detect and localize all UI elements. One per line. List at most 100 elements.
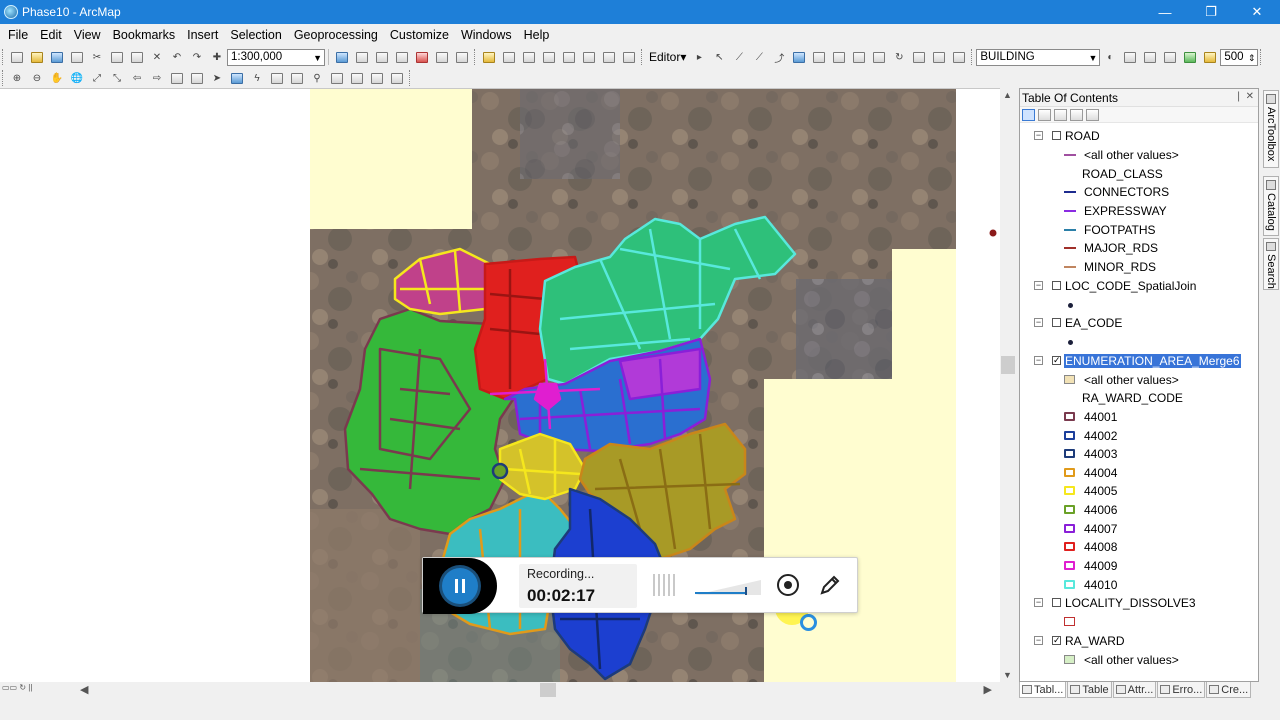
- forward-extent-icon[interactable]: ⇨: [148, 70, 166, 86]
- layer-icon[interactable]: [480, 49, 498, 65]
- layer-effects-icon[interactable]: ◐: [1101, 49, 1119, 65]
- html-popup-icon[interactable]: [268, 70, 286, 86]
- hyperlink-icon[interactable]: ϟ: [248, 70, 266, 86]
- edit-tool-icon[interactable]: ▸: [690, 49, 708, 65]
- toolbar-grip[interactable]: [2, 49, 5, 65]
- new-icon[interactable]: [8, 49, 26, 65]
- map-scale-combo[interactable]: 1:300,000 ▼: [227, 48, 325, 66]
- tab-search[interactable]: Search: [1263, 238, 1279, 290]
- tab-table[interactable]: Table: [1067, 682, 1112, 698]
- cut-polygons-icon[interactable]: [850, 49, 868, 65]
- tab-catalog[interactable]: Catalog: [1263, 176, 1279, 236]
- layer-name[interactable]: RA_WARD: [1065, 634, 1125, 648]
- collapse-icon[interactable]: −: [1034, 356, 1043, 365]
- fixed-zoom-in-icon[interactable]: ⤢: [88, 70, 106, 86]
- pan-icon[interactable]: ✋: [48, 70, 66, 86]
- scroll-thumb[interactable]: [1001, 356, 1015, 374]
- point-icon[interactable]: [790, 49, 808, 65]
- list-by-source-icon[interactable]: [1038, 108, 1051, 121]
- scroll-thumb[interactable]: [540, 683, 556, 697]
- zoom-out-icon[interactable]: ⊖: [28, 70, 46, 86]
- back-extent-icon[interactable]: ⇦: [128, 70, 146, 86]
- menu-edit[interactable]: Edit: [36, 28, 66, 42]
- search-window-icon[interactable]: [393, 49, 411, 65]
- flicker-icon[interactable]: [1141, 49, 1159, 65]
- toolbar-grip[interactable]: [1260, 49, 1263, 65]
- measure-tool-icon[interactable]: [288, 70, 306, 86]
- ward-44006-small-area[interactable]: [491, 462, 509, 480]
- toolbar-grip[interactable]: [971, 49, 974, 65]
- select-elements-icon[interactable]: ➤: [208, 70, 226, 86]
- layout-icon[interactable]: [388, 70, 406, 86]
- zoom-in-icon[interactable]: ⊕: [8, 70, 26, 86]
- scroll-down-icon[interactable]: ▼: [1003, 670, 1012, 680]
- create-viewer-icon[interactable]: [368, 70, 386, 86]
- fixed-zoom-out-icon[interactable]: ⤡: [108, 70, 126, 86]
- menu-file[interactable]: File: [4, 28, 32, 42]
- identify-icon[interactable]: [580, 49, 598, 65]
- measure-icon[interactable]: [560, 49, 578, 65]
- clear-selected-icon[interactable]: [188, 70, 206, 86]
- layer-visibility-checkbox[interactable]: ✓: [1052, 636, 1061, 645]
- layer-name[interactable]: ENUMERATION_AREA_Merge6: [1064, 354, 1241, 368]
- menu-selection[interactable]: Selection: [226, 28, 285, 42]
- clear-selection-icon[interactable]: [520, 49, 538, 65]
- add-data-icon[interactable]: ✚: [208, 49, 226, 65]
- copy-icon[interactable]: [108, 49, 126, 65]
- target-layer-combo[interactable]: BUILDING ▼: [976, 48, 1101, 66]
- menu-insert[interactable]: Insert: [183, 28, 222, 42]
- layer-visibility-checkbox[interactable]: [1052, 131, 1061, 140]
- edit-vertices-icon[interactable]: [810, 49, 828, 65]
- volume-slider[interactable]: [695, 578, 761, 596]
- endpoint-arc-icon[interactable]: ⟋: [750, 49, 768, 65]
- collapse-icon[interactable]: −: [1034, 281, 1043, 290]
- tab-table-of-contents[interactable]: Tabl...: [1019, 682, 1067, 698]
- identify-tool-icon[interactable]: [228, 70, 246, 86]
- layer-name[interactable]: EA_CODE: [1065, 316, 1122, 330]
- toolbar-grip[interactable]: [409, 70, 412, 86]
- layout-view-icons[interactable]: ▭▭ ↻ ||: [2, 683, 32, 692]
- menu-customize[interactable]: Customize: [386, 28, 453, 42]
- pen-icon[interactable]: [819, 574, 841, 596]
- layer-name[interactable]: ROAD: [1065, 129, 1100, 143]
- map-horizontal-scrollbar[interactable]: ▭▭ ↻ || ◀ ▶: [0, 682, 1000, 698]
- delete-icon[interactable]: ✕: [148, 49, 166, 65]
- locality-point[interactable]: [989, 229, 997, 237]
- toolbar-grip[interactable]: [641, 49, 644, 65]
- tab-error-inspector[interactable]: Erro...: [1157, 682, 1206, 698]
- transparency-icon[interactable]: [1161, 49, 1179, 65]
- tab-create-features[interactable]: Cre...: [1206, 682, 1252, 698]
- toc-options-icon[interactable]: [1086, 108, 1099, 121]
- scroll-up-icon[interactable]: ▲: [1003, 90, 1012, 100]
- select-features-icon[interactable]: [500, 49, 518, 65]
- paste-icon[interactable]: [128, 49, 146, 65]
- model-builder-icon[interactable]: [453, 49, 471, 65]
- minimize-button[interactable]: —: [1142, 0, 1188, 24]
- python-icon[interactable]: [433, 49, 451, 65]
- webcam-icon[interactable]: [777, 574, 799, 596]
- edit-annotation-icon[interactable]: ↖: [710, 49, 728, 65]
- attributes-icon[interactable]: [910, 49, 928, 65]
- sketch-properties-icon[interactable]: [930, 49, 948, 65]
- find-icon[interactable]: [600, 49, 618, 65]
- redo-icon[interactable]: ↷: [188, 49, 206, 65]
- pause-button[interactable]: [442, 568, 478, 604]
- editor-menu-button[interactable]: Editor▾: [646, 50, 689, 64]
- snap-tolerance-icon[interactable]: [1201, 49, 1219, 65]
- menu-view[interactable]: View: [70, 28, 105, 42]
- trace-icon[interactable]: ⤴: [770, 49, 788, 65]
- save-icon[interactable]: [48, 49, 66, 65]
- collapse-icon[interactable]: −: [1034, 318, 1043, 327]
- print-icon[interactable]: [68, 49, 86, 65]
- full-extent-icon[interactable]: 🌐: [68, 70, 86, 86]
- toc-window-icon[interactable]: [353, 49, 371, 65]
- close-button[interactable]: ✕: [1234, 0, 1280, 24]
- collapse-icon[interactable]: −: [1034, 598, 1043, 607]
- reshape-feature-icon[interactable]: [830, 49, 848, 65]
- list-by-visibility-icon[interactable]: [1054, 108, 1067, 121]
- toolbar-grip[interactable]: [2, 70, 5, 86]
- menu-bookmarks[interactable]: Bookmarks: [109, 28, 180, 42]
- menu-geoprocessing[interactable]: Geoprocessing: [290, 28, 382, 42]
- catalog-window-icon[interactable]: [373, 49, 391, 65]
- time-slider-icon[interactable]: [348, 70, 366, 86]
